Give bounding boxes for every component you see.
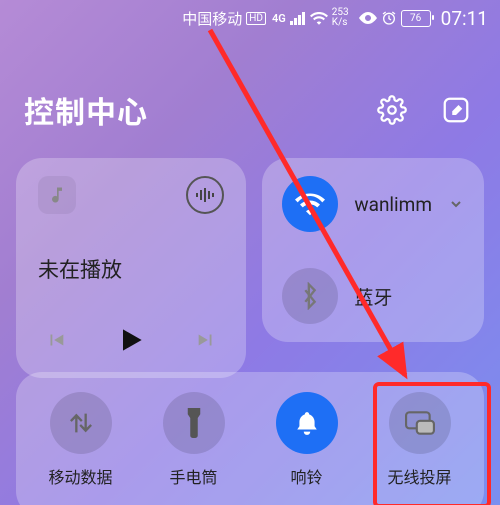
eye-icon (359, 11, 377, 25)
wifi-row[interactable]: wanlimm (262, 158, 484, 250)
status-bar: 中国移动 HD 4G 253K/s 76 07:11 (0, 0, 500, 36)
tile-mobile-data[interactable]: 移动数据 (24, 384, 137, 505)
edit-button[interactable] (436, 90, 476, 130)
next-button[interactable] (194, 329, 218, 355)
prev-icon (44, 329, 68, 351)
control-center-header: 控制中心 (24, 88, 476, 132)
page-title: 控制中心 (24, 88, 148, 132)
next-icon (194, 329, 218, 351)
hd-badge: HD (246, 12, 266, 25)
bluetooth-row[interactable]: 蓝牙 (262, 250, 484, 342)
bell-icon (294, 409, 320, 437)
wifi-label: wanlimm (354, 193, 432, 216)
gear-icon (377, 95, 407, 125)
wifi-icon (310, 11, 328, 25)
play-button[interactable] (115, 324, 147, 360)
network-type: 4G (272, 12, 286, 25)
clock: 07:11 (441, 7, 488, 30)
prev-button[interactable] (44, 329, 68, 355)
cast-icon (405, 411, 435, 435)
alarm-icon (381, 10, 397, 26)
tile-label: 移动数据 (48, 464, 112, 488)
media-card[interactable]: 未在播放 (16, 158, 246, 378)
sound-bars-icon (196, 188, 214, 202)
music-note-icon (38, 176, 76, 214)
speed-indicator: 253K/s (332, 8, 349, 28)
bluetooth-label: 蓝牙 (354, 283, 464, 310)
play-icon (115, 324, 147, 356)
wifi-toggle[interactable] (282, 176, 338, 232)
tile-ring[interactable]: 响铃 (250, 384, 363, 505)
tile-torch[interactable]: 手电筒 (137, 384, 250, 505)
carrier-label: 中国移动 (182, 8, 242, 29)
audio-output-button[interactable] (186, 176, 224, 214)
edit-icon (441, 95, 471, 125)
tile-cast[interactable]: 无线投屏 (363, 384, 476, 505)
settings-button[interactable] (372, 90, 412, 130)
chevron-down-icon[interactable] (448, 196, 464, 212)
connectivity-card: wanlimm 蓝牙 (262, 158, 484, 342)
quick-tiles-card: 移动数据 手电筒 响铃 无线投屏 (16, 372, 484, 505)
updown-icon (67, 409, 95, 437)
wifi-icon (295, 192, 325, 216)
bluetooth-toggle[interactable] (282, 268, 338, 324)
tile-label: 响铃 (290, 464, 322, 488)
tile-label: 无线投屏 (387, 464, 451, 488)
signal-icon (290, 11, 306, 25)
tile-label: 手电筒 (169, 464, 217, 488)
bluetooth-icon (299, 282, 321, 310)
media-title: 未在播放 (38, 254, 224, 284)
battery-indicator: 76 (401, 10, 431, 27)
torch-icon (184, 408, 204, 438)
